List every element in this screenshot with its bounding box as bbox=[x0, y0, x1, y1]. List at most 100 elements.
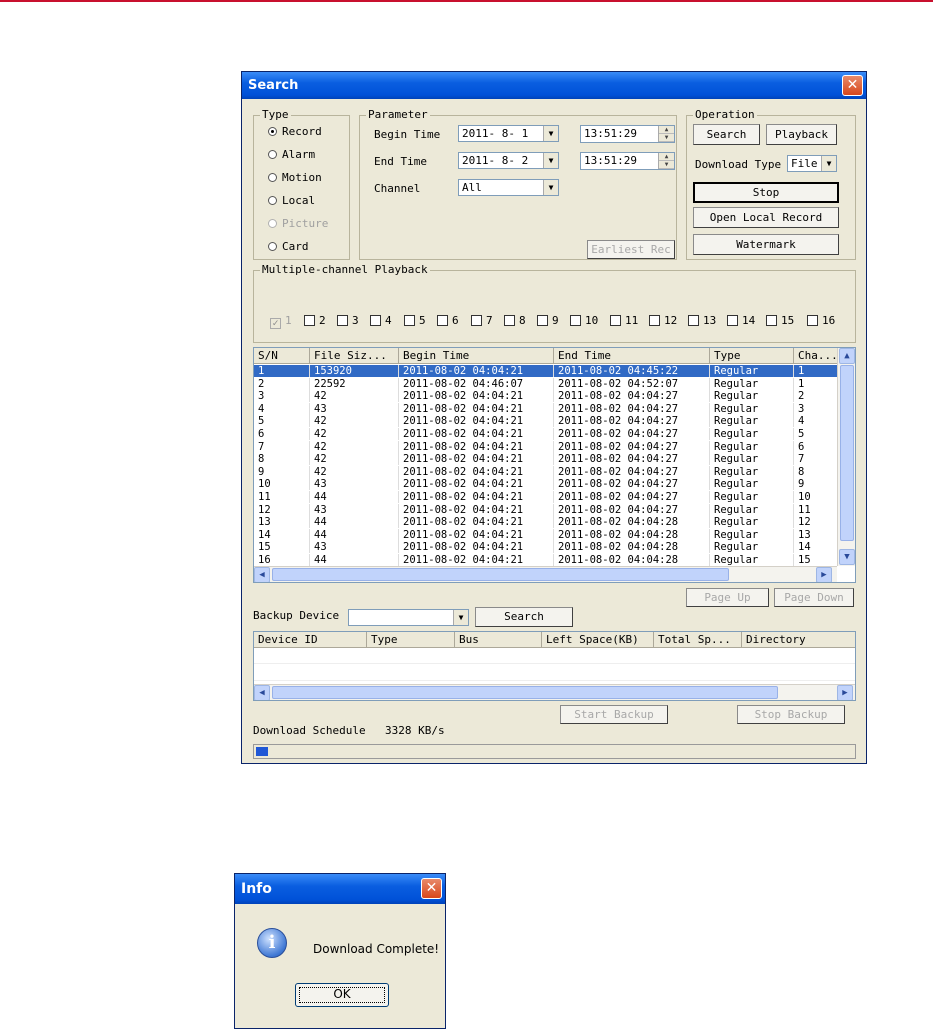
search-window-titlebar[interactable]: Search ✕ bbox=[242, 72, 866, 99]
channel-checkbox-6[interactable]: 6 bbox=[437, 314, 459, 327]
type-radio-picture[interactable]: Picture bbox=[268, 217, 328, 230]
file-list-column-header[interactable]: Begin Time bbox=[399, 348, 554, 364]
type-radio-card[interactable]: Card bbox=[268, 240, 309, 253]
channel-checkbox-14[interactable]: 14 bbox=[727, 314, 755, 327]
scroll-thumb[interactable] bbox=[272, 568, 729, 581]
channel-checkbox-9[interactable]: 9 bbox=[537, 314, 559, 327]
channel-checkbox-11[interactable]: 11 bbox=[610, 314, 638, 327]
close-icon[interactable]: ✕ bbox=[421, 878, 442, 899]
table-cell: 2011-08-02 04:04:27 bbox=[554, 491, 710, 503]
file-list-column-header[interactable]: File Siz... bbox=[310, 348, 399, 364]
spin-down-icon[interactable]: ▼ bbox=[659, 161, 674, 169]
table-cell: 5 bbox=[794, 428, 839, 440]
channel-checkbox-1[interactable]: ✓ 1 bbox=[270, 314, 292, 329]
scroll-down-icon[interactable]: ▼ bbox=[839, 549, 855, 565]
table-row[interactable]: 14 44 2011-08-02 04:04:21 2011-08-02 04:04:… bbox=[254, 528, 839, 541]
end-date-picker[interactable]: 2011- 8- 2 ▼ bbox=[458, 152, 559, 169]
table-row[interactable]: 13 44 2011-08-02 04:04:21 2011-08-02 04:04:… bbox=[254, 516, 839, 529]
channel-checkbox-15[interactable]: 15 bbox=[766, 314, 794, 327]
chevron-down-icon[interactable]: ▼ bbox=[453, 610, 468, 625]
scroll-left-icon[interactable]: ◀ bbox=[254, 567, 270, 582]
device-list-column-header[interactable]: Device ID bbox=[254, 632, 367, 648]
scroll-left-icon[interactable]: ◀ bbox=[254, 685, 270, 700]
spin-down-icon[interactable]: ▼ bbox=[659, 134, 674, 142]
watermark-button[interactable]: Watermark bbox=[693, 234, 839, 255]
table-row[interactable]: 3 42 2011-08-02 04:04:21 2011-08-02 04:04:2… bbox=[254, 390, 839, 403]
channel-select[interactable]: All ▼ bbox=[458, 179, 559, 196]
file-list-hscroll[interactable]: ◀ ▶ bbox=[254, 566, 837, 582]
scroll-thumb[interactable] bbox=[272, 686, 778, 699]
close-icon[interactable]: ✕ bbox=[842, 75, 863, 96]
table-row[interactable]: 2 22592 2011-08-02 04:46:07 2011-08-02 04:5… bbox=[254, 377, 839, 390]
chevron-down-icon[interactable]: ▼ bbox=[543, 153, 558, 168]
table-row[interactable]: 7 42 2011-08-02 04:04:21 2011-08-02 04:04:2… bbox=[254, 440, 839, 453]
table-row[interactable]: 12 43 2011-08-02 04:04:21 2011-08-02 04:04:… bbox=[254, 503, 839, 516]
open-local-record-button[interactable]: Open Local Record bbox=[693, 207, 839, 228]
earliest-rec-button[interactable]: Earliest Rec bbox=[587, 240, 675, 259]
device-list[interactable]: Device ID Type Bus Left Space(KB) Total Sp..… bbox=[253, 631, 856, 701]
search-button[interactable]: Search bbox=[693, 124, 760, 145]
file-list-column-header[interactable]: Cha... bbox=[794, 348, 839, 364]
file-list-column-header[interactable]: End Time bbox=[554, 348, 710, 364]
channel-checkbox-3[interactable]: 3 bbox=[337, 314, 359, 327]
file-list-column-header[interactable]: S/N bbox=[254, 348, 310, 364]
scroll-up-icon[interactable]: ▲ bbox=[839, 348, 855, 364]
channel-checkbox-5[interactable]: 5 bbox=[404, 314, 426, 327]
info-dialog-titlebar[interactable]: Info ✕ bbox=[235, 874, 445, 904]
page-down-button[interactable]: Page Down bbox=[774, 588, 854, 607]
scroll-right-icon[interactable]: ▶ bbox=[816, 567, 832, 582]
backup-device-select[interactable]: ▼ bbox=[348, 609, 469, 626]
stop-button[interactable]: Stop bbox=[693, 182, 839, 203]
table-row[interactable]: 15 43 2011-08-02 04:04:21 2011-08-02 04:04:… bbox=[254, 541, 839, 554]
channel-checkbox-7[interactable]: 7 bbox=[471, 314, 493, 327]
download-type-select[interactable]: File ▼ bbox=[787, 155, 837, 172]
begin-date-picker[interactable]: 2011- 8- 1 ▼ bbox=[458, 125, 559, 142]
channel-checkbox-12[interactable]: 12 bbox=[649, 314, 677, 327]
stop-backup-button[interactable]: Stop Backup bbox=[737, 705, 845, 724]
spin-up-icon[interactable]: ▲ bbox=[659, 126, 674, 134]
table-row[interactable]: 1 153920 2011-08-02 04:04:21 2011-08-02 04:… bbox=[254, 365, 839, 377]
begin-clock-spinner[interactable]: 13:51:29 ▲ ▼ bbox=[580, 125, 675, 143]
device-list-column-header[interactable]: Total Sp... bbox=[654, 632, 742, 648]
file-list-column-header[interactable]: Type bbox=[710, 348, 794, 364]
channel-checkbox-10[interactable]: 10 bbox=[570, 314, 598, 327]
table-cell: 3 bbox=[254, 390, 310, 403]
page-up-button[interactable]: Page Up bbox=[686, 588, 769, 607]
device-list-column-header[interactable]: Bus bbox=[455, 632, 542, 648]
end-clock-spinner[interactable]: 13:51:29 ▲ ▼ bbox=[580, 152, 675, 170]
type-radio-record[interactable]: Record bbox=[268, 125, 322, 138]
file-list-vscroll[interactable]: ▲ ▼ bbox=[837, 348, 855, 566]
channel-checkbox-13[interactable]: 13 bbox=[688, 314, 716, 327]
table-row[interactable]: 10 43 2011-08-02 04:04:21 2011-08-02 04:04:… bbox=[254, 478, 839, 491]
backup-search-button[interactable]: Search bbox=[475, 607, 573, 627]
start-backup-button[interactable]: Start Backup bbox=[560, 705, 668, 724]
table-row[interactable]: 16 44 2011-08-02 04:04:21 2011-08-02 04:04:… bbox=[254, 554, 839, 566]
ok-button[interactable]: OK bbox=[295, 983, 389, 1007]
table-row[interactable]: 11 44 2011-08-02 04:04:21 2011-08-02 04:04:… bbox=[254, 491, 839, 503]
scroll-thumb[interactable] bbox=[840, 365, 854, 541]
table-row[interactable]: 6 42 2011-08-02 04:04:21 2011-08-02 04:04:2… bbox=[254, 428, 839, 440]
chevron-down-icon[interactable]: ▼ bbox=[543, 126, 558, 141]
type-radio-local[interactable]: Local bbox=[268, 194, 315, 207]
device-list-column-header[interactable]: Left Space(KB) bbox=[542, 632, 654, 648]
channel-checkbox-8[interactable]: 8 bbox=[504, 314, 526, 327]
type-radio-motion[interactable]: Motion bbox=[268, 171, 322, 184]
table-row[interactable]: 9 42 2011-08-02 04:04:21 2011-08-02 04:04:2… bbox=[254, 465, 839, 478]
device-list-hscroll[interactable]: ◀ ▶ bbox=[254, 684, 855, 700]
channel-checkbox-2[interactable]: 2 bbox=[304, 314, 326, 327]
table-row[interactable]: 4 43 2011-08-02 04:04:21 2011-08-02 04:04:2… bbox=[254, 402, 839, 415]
scroll-right-icon[interactable]: ▶ bbox=[837, 685, 853, 700]
type-radio-alarm[interactable]: Alarm bbox=[268, 148, 315, 161]
channel-checkbox-4[interactable]: 4 bbox=[370, 314, 392, 327]
table-cell: 4 bbox=[254, 402, 310, 415]
spin-up-icon[interactable]: ▲ bbox=[659, 153, 674, 161]
channel-checkbox-16[interactable]: 16 bbox=[807, 314, 835, 327]
table-row[interactable]: 8 42 2011-08-02 04:04:21 2011-08-02 04:04:2… bbox=[254, 453, 839, 466]
table-row[interactable]: 5 42 2011-08-02 04:04:21 2011-08-02 04:04:2… bbox=[254, 415, 839, 428]
chevron-down-icon[interactable]: ▼ bbox=[821, 156, 836, 171]
device-list-column-header[interactable]: Directory bbox=[742, 632, 855, 648]
chevron-down-icon[interactable]: ▼ bbox=[543, 180, 558, 195]
file-list[interactable]: S/N File Siz... Begin Time End Time Type Cha.… bbox=[253, 347, 856, 583]
device-list-column-header[interactable]: Type bbox=[367, 632, 455, 648]
playback-button[interactable]: Playback bbox=[766, 124, 837, 145]
